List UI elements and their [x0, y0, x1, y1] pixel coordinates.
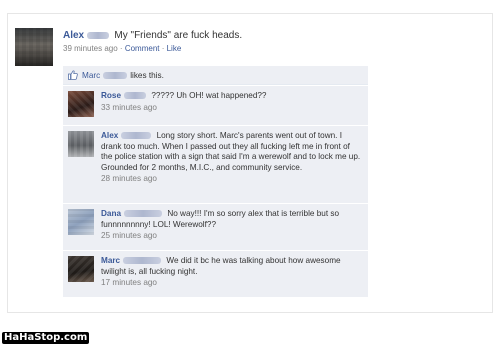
blurred-surname	[87, 32, 110, 40]
blurred-surname	[121, 132, 152, 140]
commenter-name[interactable]: Rose	[101, 91, 121, 100]
post-message: My "Friends" are fuck heads.	[114, 30, 243, 41]
post-meta: 39 minutes ago · Comment · Like	[63, 44, 181, 53]
comment-body: Dana No way!!! I'm so sorry alex that is…	[101, 209, 363, 245]
comment-body: Marc We did it bc he was talking about h…	[101, 256, 363, 292]
comments-list: Rose ????? Uh OH! wat happened?? 33 minu…	[63, 86, 368, 298]
like-link[interactable]: Like	[167, 44, 182, 53]
comment-text: ????? Uh OH! wat happened??	[151, 91, 267, 100]
thumbs-up-icon	[68, 70, 78, 80]
comment-body: Rose ????? Uh OH! wat happened?? 33 minu…	[101, 91, 266, 120]
commenter-avatar[interactable]	[68, 209, 94, 235]
commenter-name[interactable]: Marc	[101, 256, 120, 265]
likes-text: likes this.	[130, 70, 164, 80]
watermark-label: HaHaStop.com	[2, 332, 90, 344]
meta-separator-2: ·	[159, 44, 167, 53]
likes-bar: Marc likes this.	[63, 66, 368, 85]
blurred-surname	[124, 92, 147, 100]
post-author-name[interactable]: Alex	[63, 30, 84, 41]
comment-item: Dana No way!!! I'm so sorry alex that is…	[63, 204, 368, 251]
blurred-surname	[124, 210, 163, 218]
commenter-avatar[interactable]	[68, 91, 94, 117]
comment-body: Alex Long story short. Marc's parents we…	[101, 131, 363, 198]
comment-timestamp[interactable]: 33 minutes ago	[101, 103, 266, 114]
comment-link[interactable]: Comment	[125, 44, 160, 53]
comment-item: Alex Long story short. Marc's parents we…	[63, 126, 368, 204]
comment-item: Rose ????? Uh OH! wat happened?? 33 minu…	[63, 86, 368, 126]
commenter-avatar[interactable]	[68, 256, 94, 282]
commenter-avatar[interactable]	[68, 131, 94, 157]
meta-separator: ·	[117, 44, 125, 53]
comment-item: Marc We did it bc he was talking about h…	[63, 251, 368, 298]
comment-timestamp[interactable]: 17 minutes ago	[101, 278, 363, 289]
blurred-surname	[123, 257, 162, 265]
comment-timestamp[interactable]: 28 minutes ago	[101, 174, 363, 185]
comment-timestamp[interactable]: 25 minutes ago	[101, 231, 363, 242]
post-author-avatar[interactable]	[15, 28, 53, 66]
liker-name[interactable]: Marc	[82, 71, 100, 80]
blurred-surname	[103, 71, 128, 79]
post-timestamp[interactable]: 39 minutes ago	[63, 44, 118, 53]
post-header: Alex My "Friends" are fuck heads.	[63, 30, 242, 42]
commenter-name[interactable]: Dana	[101, 209, 121, 218]
commenter-name[interactable]: Alex	[101, 131, 118, 140]
